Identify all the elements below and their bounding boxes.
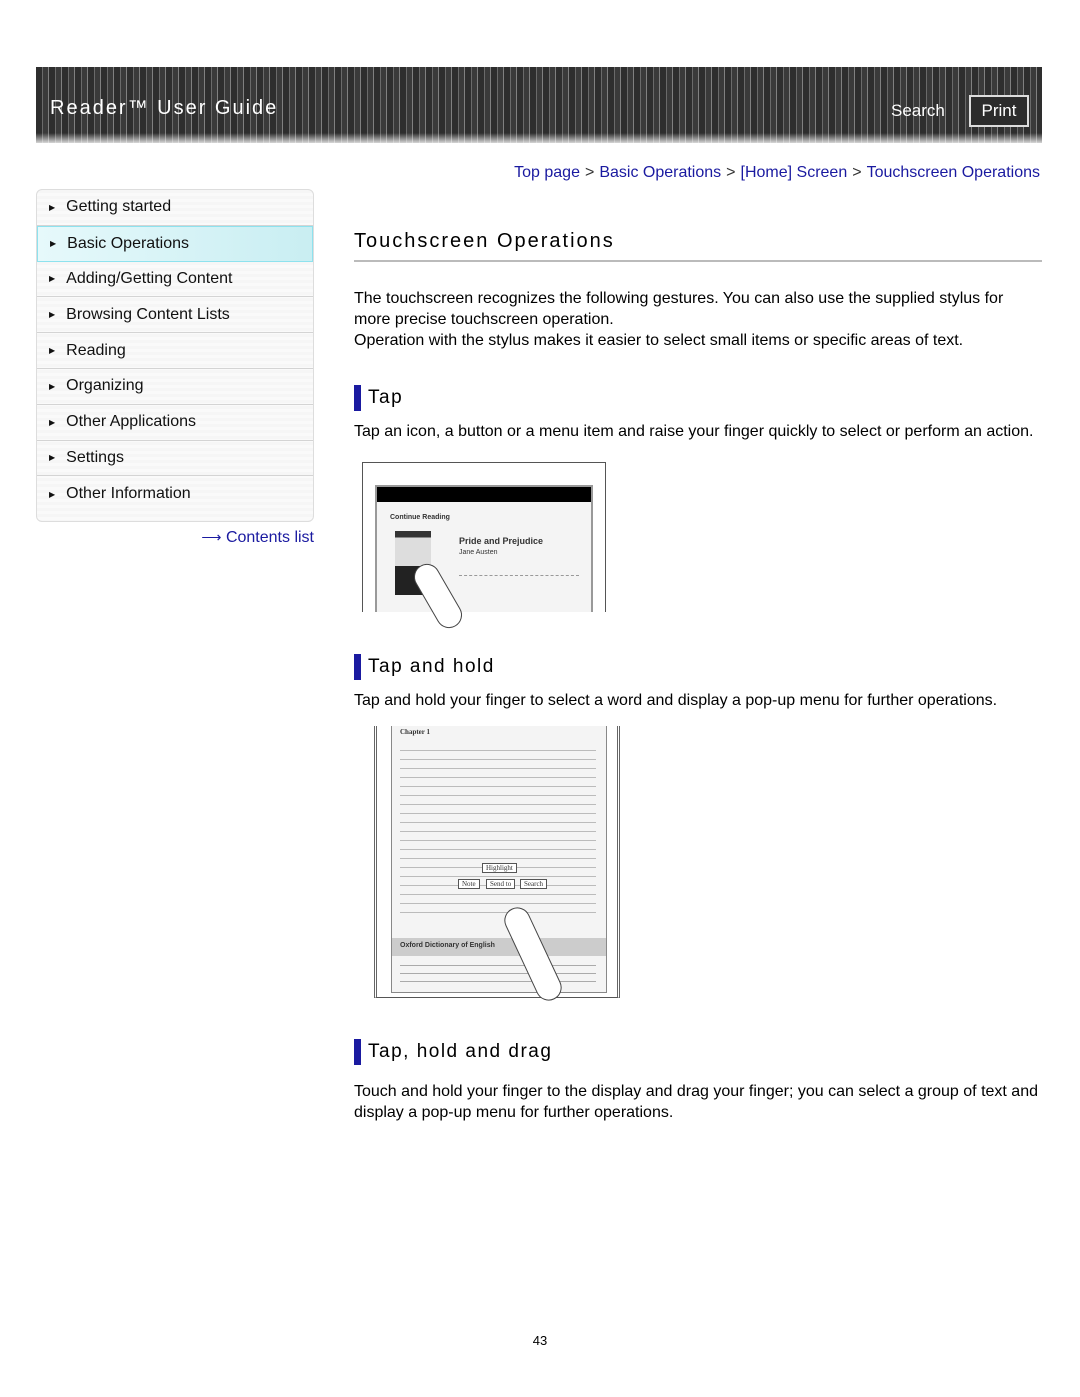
sidebar-item-adding-content[interactable]: ▶ Adding/Getting Content	[37, 262, 313, 298]
arrow-right-icon: ⟶	[201, 529, 222, 545]
sidebar-item-label: Other Information	[66, 485, 191, 503]
search-link[interactable]: Search	[891, 101, 945, 121]
section-heading-tap-hold: Tap and hold	[354, 654, 1042, 680]
figure-dictionary: Oxford Dictionary of English	[400, 942, 495, 949]
finger-icon	[409, 559, 467, 633]
section-text-drag: Touch and hold your finger to the displa…	[354, 1083, 1038, 1121]
breadcrumb-top-page[interactable]: Top page	[514, 164, 580, 181]
sidebar-nav: ▶ Getting started ▶ Basic Operations ▶ Addi…	[36, 189, 314, 522]
popup-search: Search	[520, 879, 548, 889]
sidebar-item-other-information[interactable]: ▶ Other Information	[37, 476, 313, 512]
popup-highlight: Highlight	[482, 863, 517, 873]
intro-text-2: Operation with the stylus makes it easie…	[354, 332, 964, 349]
triangle-right-icon: ▶	[49, 417, 56, 427]
section-heading-drag: Tap, hold and drag	[354, 1039, 1042, 1065]
breadcrumb-basic-operations[interactable]: Basic Operations	[599, 164, 721, 181]
triangle-right-icon: ▶	[49, 489, 56, 499]
sidebar-item-label: Reading	[66, 341, 126, 359]
triangle-right-icon: ▶	[49, 453, 56, 463]
print-button[interactable]: Print	[969, 95, 1029, 127]
sidebar-item-browsing[interactable]: ▶ Browsing Content Lists	[37, 297, 313, 334]
popup-send-to: Send to	[486, 879, 516, 889]
main-content: Touchscreen Operations The touchscreen r…	[354, 230, 1042, 442]
intro-text: The touchscreen recognizes the following…	[354, 290, 1004, 328]
breadcrumb-sep: >	[584, 164, 595, 181]
popup-note: Note	[458, 879, 480, 889]
figure-caption: Continue Reading	[390, 514, 450, 521]
figure-book-title: Pride and Prejudice	[459, 536, 544, 546]
sidebar-item-basic-operations[interactable]: ▶ Basic Operations	[37, 225, 313, 262]
sidebar-item-label: Basic Operations	[67, 234, 189, 252]
page-title: Touchscreen Operations	[354, 230, 1042, 262]
triangle-right-icon: ▶	[49, 310, 56, 320]
figure-author: Jane Austen	[459, 549, 498, 556]
breadcrumb-sep: >	[852, 164, 862, 181]
section-text-tap-hold: Tap and hold your finger to select a wor…	[354, 692, 998, 709]
sidebar-item-reading[interactable]: ▶ Reading	[37, 333, 313, 369]
breadcrumb-sep: >	[726, 164, 736, 181]
sidebar-item-other-applications[interactable]: ▶ Other Applications	[37, 405, 313, 441]
sidebar-item-label: Settings	[66, 448, 124, 466]
page-number: 43	[532, 1333, 548, 1348]
header-banner: Reader™ User Guide Search Print	[36, 67, 1042, 143]
section-tap-hold: Tap and hold Tap and hold your finger to…	[354, 654, 1042, 711]
sidebar-item-label: Other Applications	[66, 413, 197, 431]
sidebar-item-label: Adding/Getting Content	[66, 269, 233, 287]
section-tap-hold-drag: Tap, hold and drag Touch and hold your f…	[354, 1039, 1042, 1123]
triangle-right-icon: ▶	[49, 202, 56, 212]
contents-list-label: Contents list	[225, 529, 314, 546]
sidebar-item-label: Getting started	[66, 198, 172, 216]
section-heading-tap: Tap	[354, 385, 1042, 411]
sidebar-item-organizing[interactable]: ▶ Organizing	[37, 369, 313, 405]
tap-hold-illustration: Chapter 1 Highlight Note Send to Search …	[374, 726, 620, 1005]
triangle-right-icon: ▶	[50, 239, 57, 249]
app-title: Reader™ User Guide	[50, 97, 279, 119]
triangle-right-icon: ▶	[49, 346, 56, 356]
sidebar-item-label: Browsing Content Lists	[66, 305, 230, 323]
sidebar-item-settings[interactable]: ▶ Settings	[37, 441, 313, 477]
breadcrumb-home-screen[interactable]: [Home] Screen	[741, 164, 848, 181]
breadcrumb: Top page > Basic Operations > [Home] Screen >…	[514, 164, 1040, 182]
triangle-right-icon: ▶	[49, 274, 56, 284]
sidebar-item-getting-started[interactable]: ▶ Getting started	[37, 190, 313, 226]
section-text-tap: Tap an icon, a button or a menu item and…	[354, 423, 1034, 440]
breadcrumb-current[interactable]: Touchscreen Operations	[867, 164, 1040, 181]
triangle-right-icon: ▶	[49, 381, 56, 391]
tap-illustration: Continue Reading Pride and Prejudice Jan…	[362, 462, 606, 633]
contents-list-link[interactable]: ⟶ Contents list	[201, 529, 314, 547]
figure-chapter: Chapter 1	[400, 728, 431, 736]
sidebar-item-label: Organizing	[66, 377, 144, 395]
